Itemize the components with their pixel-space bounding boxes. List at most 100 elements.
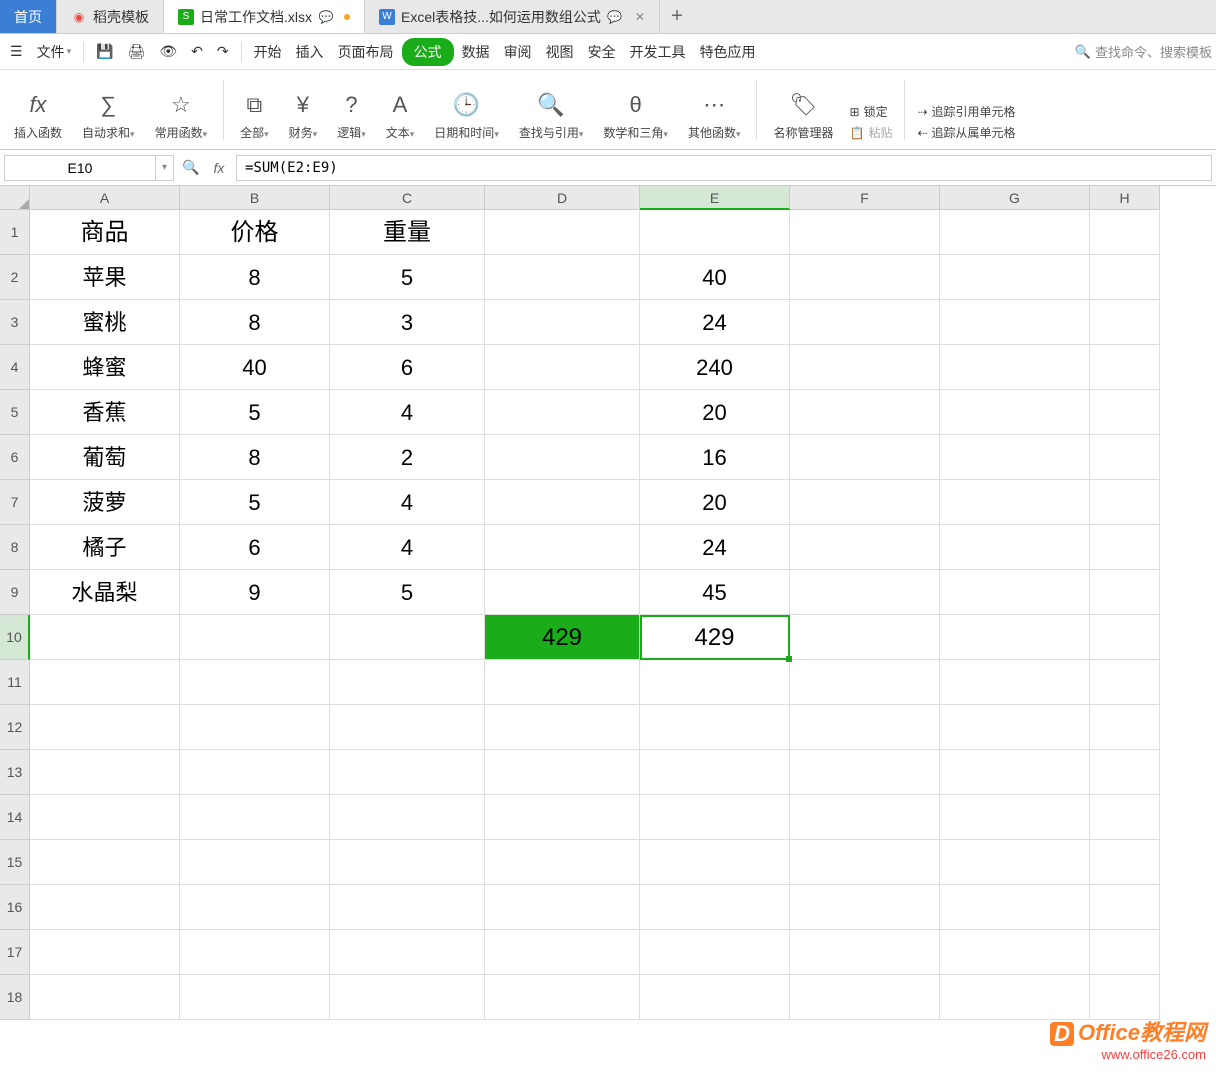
cell-A4[interactable]: 蜂蜜 — [30, 345, 180, 390]
lookup-fn-button[interactable]: 🔍查找与引用▾ — [511, 86, 592, 145]
cell-G5[interactable] — [940, 390, 1090, 435]
cell-F8[interactable] — [790, 525, 940, 570]
tab-excel-tips[interactable]: W Excel表格技...如何运用数组公式 💬 ✕ — [365, 0, 660, 33]
cell-A6[interactable]: 葡萄 — [30, 435, 180, 480]
cell-C5[interactable]: 4 — [330, 390, 485, 435]
cell-H10[interactable] — [1090, 615, 1160, 660]
autosum-button[interactable]: ∑自动求和▾ — [74, 86, 143, 145]
cell-H15[interactable] — [1090, 840, 1160, 885]
cell-C18[interactable] — [330, 975, 485, 1020]
row-header-14[interactable]: 14 — [0, 795, 30, 840]
cell-C15[interactable] — [330, 840, 485, 885]
command-search[interactable]: 🔍 查找命令、搜索模板 — [1075, 42, 1212, 61]
cell-D5[interactable] — [485, 390, 640, 435]
row-header-13[interactable]: 13 — [0, 750, 30, 795]
row-header-2[interactable]: 2 — [0, 255, 30, 300]
cell-C1[interactable]: 重量 — [330, 210, 485, 255]
cell-F10[interactable] — [790, 615, 940, 660]
print-icon[interactable]: 🖨 — [122, 39, 152, 64]
row-header-8[interactable]: 8 — [0, 525, 30, 570]
cell-F5[interactable] — [790, 390, 940, 435]
cell-D4[interactable] — [485, 345, 640, 390]
cell-E8[interactable]: 24 — [640, 525, 790, 570]
menu-insert[interactable]: 插入 — [290, 38, 330, 66]
cell-C10[interactable] — [330, 615, 485, 660]
select-all-corner[interactable] — [0, 186, 30, 210]
cell-D14[interactable] — [485, 795, 640, 840]
row-header-5[interactable]: 5 — [0, 390, 30, 435]
trace-precedents-button[interactable]: ⇢追踪引用单元格 — [917, 103, 1015, 120]
zoom-icon[interactable]: 🔍 — [180, 159, 202, 176]
cell-H12[interactable] — [1090, 705, 1160, 750]
cell-B7[interactable]: 5 — [180, 480, 330, 525]
menu-view[interactable]: 视图 — [540, 38, 580, 66]
cell-F17[interactable] — [790, 930, 940, 975]
cell-B4[interactable]: 40 — [180, 345, 330, 390]
menu-data[interactable]: 数据 — [456, 38, 496, 66]
row-header-7[interactable]: 7 — [0, 480, 30, 525]
undo-icon[interactable]: ↶ — [185, 39, 209, 64]
lock-button[interactable]: ⊞锁定 — [850, 103, 893, 120]
cell-B14[interactable] — [180, 795, 330, 840]
cell-A12[interactable] — [30, 705, 180, 750]
col-header-E[interactable]: E — [640, 186, 790, 210]
cell-B9[interactable]: 9 — [180, 570, 330, 615]
cell-C17[interactable] — [330, 930, 485, 975]
cell-A9[interactable]: 水晶梨 — [30, 570, 180, 615]
cell-C4[interactable]: 6 — [330, 345, 485, 390]
cell-F4[interactable] — [790, 345, 940, 390]
cell-H4[interactable] — [1090, 345, 1160, 390]
cell-C13[interactable] — [330, 750, 485, 795]
close-icon[interactable]: ✕ — [635, 10, 645, 24]
cell-E17[interactable] — [640, 930, 790, 975]
col-header-B[interactable]: B — [180, 186, 330, 210]
common-fn-button[interactable]: ☆常用函数▾ — [147, 86, 216, 145]
cell-D6[interactable] — [485, 435, 640, 480]
cell-C3[interactable]: 3 — [330, 300, 485, 345]
save-icon[interactable]: 💾 — [90, 39, 119, 64]
row-header-18[interactable]: 18 — [0, 975, 30, 1020]
cell-F7[interactable] — [790, 480, 940, 525]
cell-H17[interactable] — [1090, 930, 1160, 975]
cell-B8[interactable]: 6 — [180, 525, 330, 570]
cell-G15[interactable] — [940, 840, 1090, 885]
row-header-3[interactable]: 3 — [0, 300, 30, 345]
cell-B3[interactable]: 8 — [180, 300, 330, 345]
cell-A2[interactable]: 苹果 — [30, 255, 180, 300]
cell-D12[interactable] — [485, 705, 640, 750]
row-header-15[interactable]: 15 — [0, 840, 30, 885]
cell-A13[interactable] — [30, 750, 180, 795]
tab-current-file[interactable]: S 日常工作文档.xlsx 💬 — [164, 0, 365, 33]
cell-H16[interactable] — [1090, 885, 1160, 930]
cell-E12[interactable] — [640, 705, 790, 750]
cell-A17[interactable] — [30, 930, 180, 975]
cell-H1[interactable] — [1090, 210, 1160, 255]
datetime-fn-button[interactable]: 🕒日期和时间▾ — [426, 86, 507, 145]
cell-B10[interactable] — [180, 615, 330, 660]
cell-A5[interactable]: 香蕉 — [30, 390, 180, 435]
cell-H6[interactable] — [1090, 435, 1160, 480]
cell-G2[interactable] — [940, 255, 1090, 300]
text-fn-button[interactable]: A文本▾ — [378, 86, 423, 145]
tab-add-button[interactable]: + — [660, 0, 694, 33]
cell-G4[interactable] — [940, 345, 1090, 390]
cell-A11[interactable] — [30, 660, 180, 705]
name-box[interactable]: E10 ▾ — [4, 155, 174, 181]
cell-E13[interactable] — [640, 750, 790, 795]
cell-E11[interactable] — [640, 660, 790, 705]
cell-B2[interactable]: 8 — [180, 255, 330, 300]
paste-name-button[interactable]: 📋粘贴 — [850, 124, 893, 141]
insert-function-button[interactable]: fx插入函数 — [6, 86, 70, 145]
comment-icon[interactable]: 💬 — [607, 9, 623, 25]
cell-G7[interactable] — [940, 480, 1090, 525]
cell-B17[interactable] — [180, 930, 330, 975]
menu-review[interactable]: 审阅 — [498, 38, 538, 66]
cell-E6[interactable]: 16 — [640, 435, 790, 480]
cell-H5[interactable] — [1090, 390, 1160, 435]
cell-G12[interactable] — [940, 705, 1090, 750]
col-header-G[interactable]: G — [940, 186, 1090, 210]
cell-E10[interactable]: 429 — [640, 615, 790, 660]
chevron-down-icon[interactable]: ▾ — [155, 156, 173, 180]
comment-icon[interactable]: 💬 — [318, 9, 334, 25]
cell-D18[interactable] — [485, 975, 640, 1020]
